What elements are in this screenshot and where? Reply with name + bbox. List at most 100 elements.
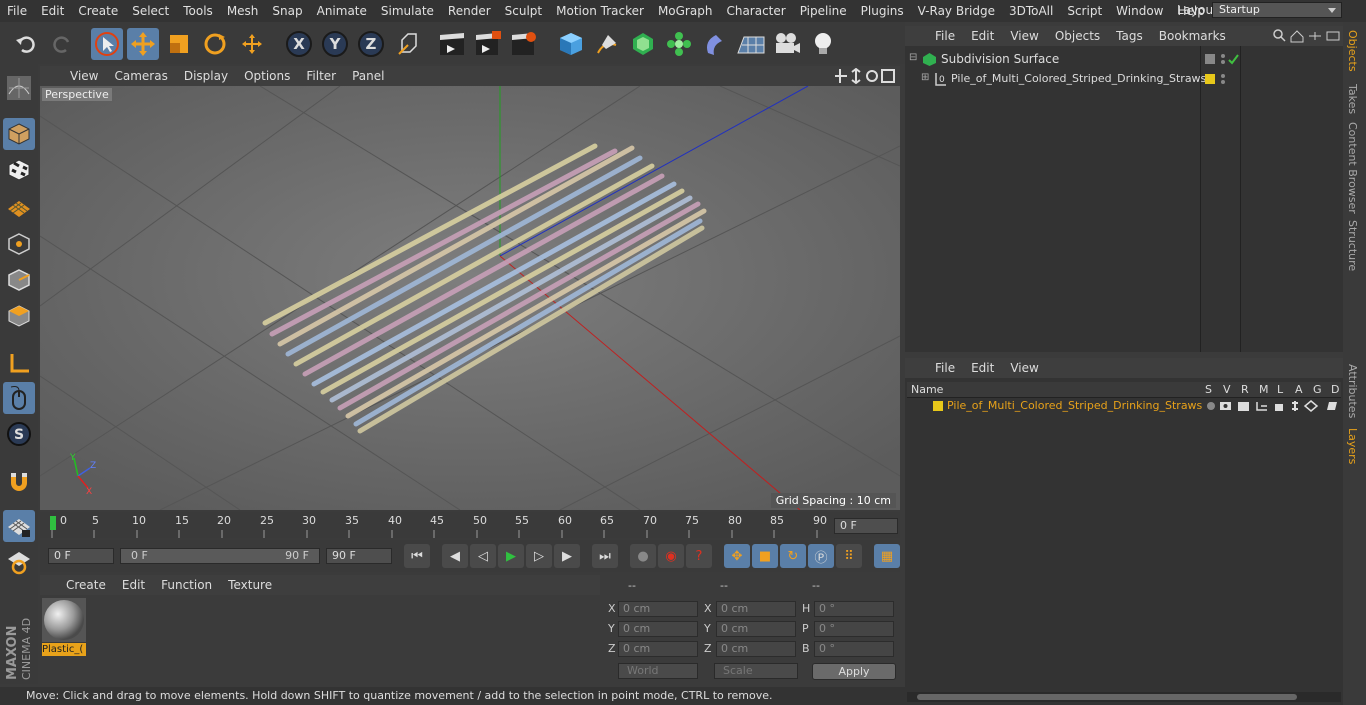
menu-sculpt[interactable]: Sculpt [498,4,549,18]
tab-attributes[interactable]: Attributes [1346,364,1359,418]
key-position-button[interactable]: ✥ [724,544,750,568]
key-pla-button[interactable]: ⠿ [836,544,862,568]
prev-frame-button[interactable]: ◁ [470,544,496,568]
light-button[interactable] [807,28,839,60]
straws-tags[interactable] [1205,74,1229,86]
snap-button[interactable] [3,466,35,498]
edges-mode-button[interactable] [3,264,35,296]
layer-col-deformers[interactable]: D [1331,383,1339,396]
material-menu-function[interactable]: Function [153,578,220,592]
subdivision-tags[interactable] [1205,54,1241,66]
model-mode-button[interactable] [3,118,35,150]
next-key-button[interactable]: ▶ [554,544,580,568]
menu-motion-tracker[interactable]: Motion Tracker [549,4,651,18]
subdivision-generator-button[interactable] [627,28,659,60]
render-settings-button[interactable] [508,28,540,60]
tab-content-browser[interactable]: Content Browser [1346,122,1359,214]
rot-p-field[interactable]: 0 ° [814,621,894,637]
rot-h-field[interactable]: 0 ° [814,601,894,617]
object-row-straws[interactable]: ⊞ 0 Pile_of_Multi_Colored_Striped_Drinki… [905,70,1206,88]
x-axis-button[interactable]: X [283,28,315,60]
object-menu-view[interactable]: View [1002,29,1046,43]
menu-animate[interactable]: Animate [310,4,374,18]
viewport-menu-cameras[interactable]: Cameras [106,69,175,83]
undo-button[interactable] [10,28,42,60]
render-to-picture-viewer-button[interactable] [472,28,504,60]
layer-col-animation[interactable]: A [1295,383,1303,396]
menu-pipeline[interactable]: Pipeline [793,4,854,18]
layer-horizontal-scrollbar[interactable] [907,692,1341,702]
scale-tool-button[interactable] [163,28,195,60]
viewport-camera-label[interactable]: Perspective [42,88,112,101]
key-rotation-button[interactable]: ↻ [780,544,806,568]
workplane-mode-button[interactable] [3,191,35,223]
menu-vray-bridge[interactable]: V-Ray Bridge [911,4,1002,18]
menu-snap[interactable]: Snap [265,4,309,18]
pos-y-field[interactable]: 0 cm [618,621,698,637]
z-axis-button[interactable]: Z [355,28,387,60]
tree-expand-icon[interactable]: ⊞ [921,72,929,83]
autokey-button[interactable]: ◉ [658,544,684,568]
solo-mode-button[interactable]: S [3,418,35,450]
menu-mesh[interactable]: Mesh [220,4,266,18]
object-name[interactable]: Subdivision Surface [941,52,1059,66]
timeline-window-button[interactable]: ▦ [874,544,900,568]
polygons-mode-button[interactable] [3,300,35,332]
layer-col-render[interactable]: R [1241,383,1249,396]
object-row-subdivision[interactable]: ⊟ Subdivision Surface [905,50,1200,68]
object-menu-bookmarks[interactable]: Bookmarks [1151,29,1234,43]
object-menu-file[interactable]: File [927,29,963,43]
object-menu-objects[interactable]: Objects [1047,29,1108,43]
object-manager-tools[interactable] [1273,29,1341,43]
object-menu-edit[interactable]: Edit [963,29,1002,43]
menu-render[interactable]: Render [441,4,498,18]
menu-create[interactable]: Create [71,4,125,18]
size-z-field[interactable]: 0 cm [716,641,796,657]
viewport-menu-display[interactable]: Display [176,69,236,83]
next-frame-button[interactable]: ▷ [526,544,552,568]
keyframe-selection-button[interactable]: ? [686,544,712,568]
menu-file[interactable]: File [0,4,34,18]
goto-start-button[interactable]: ⏮ [404,544,430,568]
size-mode-select[interactable]: Scale [714,663,798,679]
record-active-button[interactable]: ● [630,544,656,568]
start-frame-field[interactable]: 0 F [48,548,114,564]
recent-tool-button[interactable] [236,28,268,60]
viewport-menu-panel[interactable]: Panel [344,69,392,83]
pen-spline-button[interactable] [591,28,623,60]
menu-edit[interactable]: Edit [34,4,71,18]
prev-key-button[interactable]: ◀ [442,544,468,568]
goto-end-button[interactable]: ⏭ [592,544,618,568]
key-scale-button[interactable]: ■ [752,544,778,568]
menu-window[interactable]: Window [1109,4,1170,18]
timeline-ruler[interactable]: 0 5 10 15 20 25 30 35 40 45 50 55 60 65 … [40,512,900,538]
layout-select[interactable]: Startup [1212,2,1342,18]
move-tool-button[interactable] [127,28,159,60]
axis-mode-button[interactable] [3,348,35,380]
tab-objects[interactable]: Objects [1346,30,1359,72]
tree-collapse-icon[interactable]: ⊟ [909,52,917,63]
layer-name[interactable]: Pile_of_Multi_Colored_Striped_Drinking_S… [947,399,1202,412]
menu-plugins[interactable]: Plugins [854,4,911,18]
menu-3dtoall[interactable]: 3DToAll [1002,4,1060,18]
current-frame-field[interactable]: 0 F [834,518,898,534]
size-x-field[interactable]: 0 cm [716,601,796,617]
pos-x-field[interactable]: 0 cm [618,601,698,617]
coordinate-system-button[interactable] [392,28,424,60]
live-selection-button[interactable] [91,28,123,60]
timeline-playhead[interactable] [50,516,56,530]
tab-structure[interactable]: Structure [1346,220,1359,271]
layer-menu-edit[interactable]: Edit [963,361,1002,375]
layer-col-generators[interactable]: G [1313,383,1322,396]
rotate-tool-button[interactable] [199,28,231,60]
layer-menu-view[interactable]: View [1002,361,1046,375]
layer-toggle-icons[interactable] [1205,400,1341,412]
layer-col-solo[interactable]: S [1205,383,1212,396]
menu-simulate[interactable]: Simulate [374,4,441,18]
menu-script[interactable]: Script [1060,4,1109,18]
scrollbar-thumb[interactable] [917,694,1297,700]
layer-col-locked[interactable]: L [1277,383,1283,396]
tab-takes[interactable]: Takes [1346,84,1359,114]
material-menu-create[interactable]: Create [58,578,114,592]
viewport-menu-view[interactable]: View [62,69,106,83]
